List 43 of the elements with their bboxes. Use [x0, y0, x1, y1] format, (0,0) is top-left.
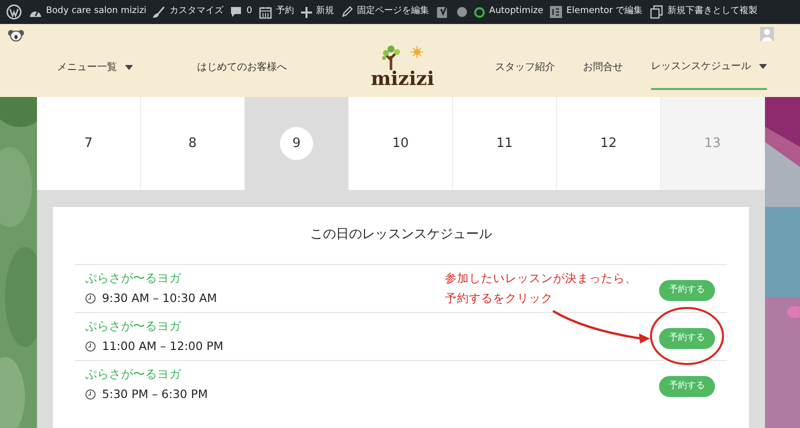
admin-bar-item[interactable]: Body care salon mizizi: [29, 5, 146, 19]
brush-icon: [153, 6, 166, 18]
koala-icon[interactable]: [8, 29, 24, 42]
admin-bar-item[interactable]: 固定ページを編集: [341, 5, 430, 19]
day-tab[interactable]: 11: [453, 97, 557, 190]
nav-link[interactable]: レッスンスケジュール: [651, 49, 767, 90]
day-tab[interactable]: 7: [37, 97, 141, 190]
calendar-icon: [259, 6, 272, 18]
plus-icon: [301, 6, 312, 18]
annotation-text: 参加したいレッスンが決まったら、: [445, 270, 637, 287]
clock-icon: [85, 341, 96, 352]
admin-bar-item[interactable]: Autoptimize: [474, 5, 544, 19]
admin-bar-item[interactable]: カスタマイズ: [153, 5, 224, 19]
admin-bar-item[interactable]: 新規: [301, 5, 334, 19]
nav-link[interactable]: はじめてのお客様へ: [197, 50, 287, 89]
status-ring-icon: [474, 6, 486, 18]
nav-link[interactable]: メニュー一覧: [57, 50, 133, 89]
clock-icon: [85, 293, 96, 304]
day-tab[interactable]: 8: [141, 97, 245, 190]
lesson-time: 9:30 AM – 10:30 AM: [102, 290, 217, 307]
day-tab[interactable]: 12: [557, 97, 661, 190]
pencil-icon: [341, 6, 354, 18]
tree-logo-drawing: [380, 44, 424, 70]
copy-icon: [650, 5, 664, 19]
status-dot-icon[interactable]: [457, 7, 468, 17]
annotation-text: 予約するをクリック: [445, 290, 554, 307]
nav-link[interactable]: スタッフ紹介: [495, 50, 555, 89]
comment-icon: [230, 6, 242, 18]
clock-icon: [85, 389, 96, 400]
admin-bar-item[interactable]: Elementor で編集: [550, 5, 643, 19]
admin-bar-item[interactable]: 新規下書きとして複製: [650, 5, 758, 19]
caret-icon: [759, 64, 767, 69]
lesson-time: 11:00 AM – 12:00 PM: [102, 338, 224, 355]
admin-bar-item[interactable]: 0: [230, 5, 252, 19]
elementor-icon: [550, 6, 562, 18]
wordpress-logo-icon[interactable]: [6, 4, 22, 20]
day-tab[interactable]: 10: [349, 97, 453, 190]
nav-link[interactable]: お問合せ: [583, 50, 623, 89]
caret-icon: [125, 65, 133, 70]
schedule-title: この日のレッスンスケジュール: [309, 226, 493, 244]
logo-text[interactable]: mizizi: [370, 70, 434, 89]
lesson-time: 5:30 PM – 6:30 PM: [102, 386, 208, 403]
admin-bar-item[interactable]: 予約: [259, 5, 294, 19]
